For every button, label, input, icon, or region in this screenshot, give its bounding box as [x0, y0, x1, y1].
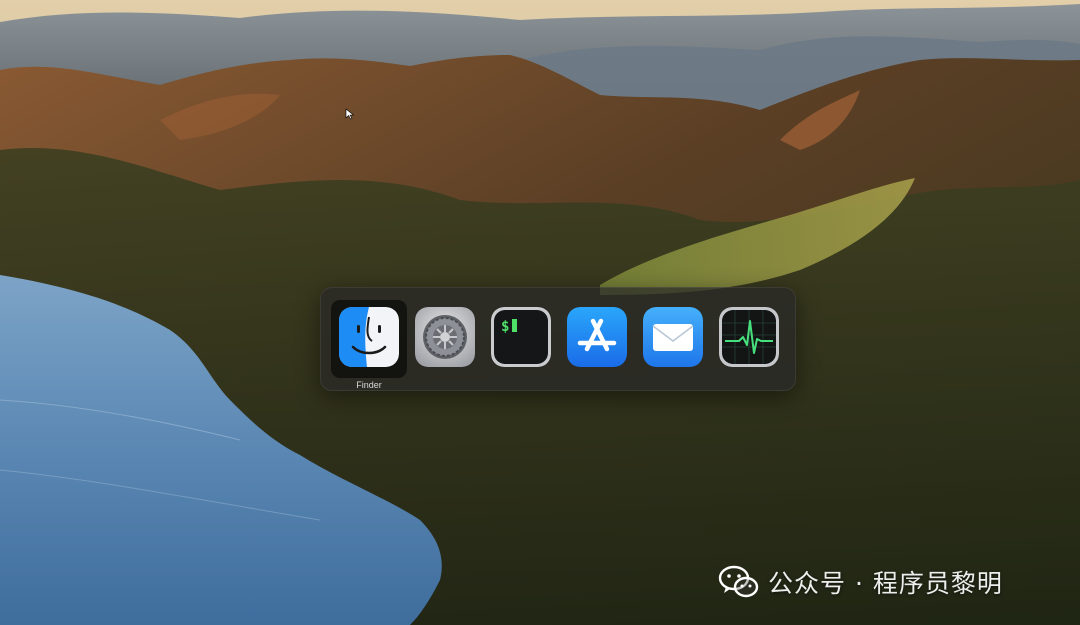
- terminal-icon: $: [491, 307, 551, 367]
- activity-monitor-icon: [719, 307, 779, 367]
- app-switcher-item-terminal[interactable]: $: [483, 300, 559, 378]
- mail-icon: [643, 307, 703, 367]
- watermark-text: 公众号 · 程序员黎明: [768, 569, 1003, 598]
- app-switcher-item-mail[interactable]: [635, 300, 711, 378]
- app-switcher-item-finder[interactable]: Finder: [331, 300, 407, 390]
- app-switcher-label: Finder: [356, 380, 382, 390]
- desktop: Finder $ 公众号 · 程序员黎明: [0, 0, 1080, 625]
- wechat-icon: [718, 565, 759, 598]
- app-switcher-item-system-settings[interactable]: [407, 300, 483, 378]
- svg-text:$: $: [501, 319, 509, 335]
- watermark: 公众号 · 程序员黎明: [718, 562, 1003, 602]
- mouse-cursor-icon: [345, 108, 355, 120]
- settings-gear-icon: [415, 307, 475, 367]
- finder-icon: [339, 307, 399, 367]
- app-switcher-item-activity-monitor[interactable]: [711, 300, 787, 378]
- app-switcher-item-app-store[interactable]: [559, 300, 635, 378]
- app-store-icon: [567, 307, 627, 367]
- app-switcher: Finder $: [320, 287, 796, 391]
